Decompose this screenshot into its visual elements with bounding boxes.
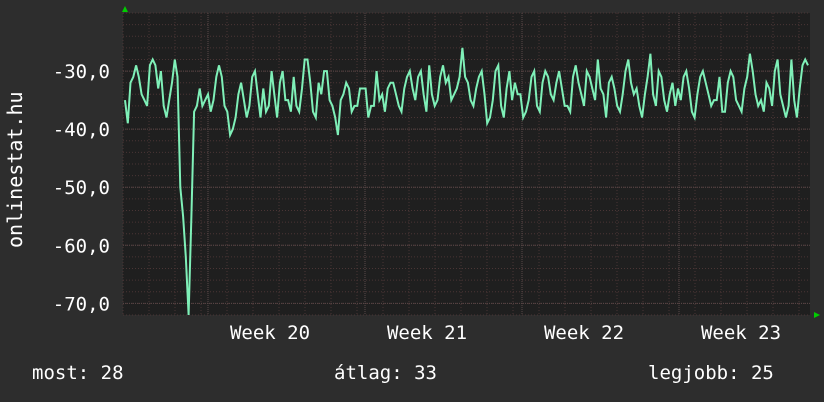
stat-best: legjobb: 25 bbox=[648, 362, 774, 384]
x-tick-label: Week 23 bbox=[701, 322, 781, 344]
stat-average: átlag: 33 bbox=[334, 362, 437, 384]
x-axis-arrow-icon bbox=[814, 312, 820, 318]
y-tick-label: -60,0 bbox=[53, 235, 110, 257]
y-tick-label: -30,0 bbox=[53, 61, 110, 83]
y-tick-label: -70,0 bbox=[53, 293, 110, 315]
plot-area bbox=[123, 13, 810, 315]
x-tick-label: Week 20 bbox=[230, 322, 310, 344]
y-axis-ticks: -30,0 -40,0 -50,0 -60,0 -70,0 bbox=[53, 61, 110, 315]
x-tick-label: Week 21 bbox=[387, 322, 467, 344]
y-axis-label: onlinestat.hu bbox=[3, 91, 27, 248]
x-axis-ticks: Week 20 Week 21 Week 22 Week 23 bbox=[230, 322, 781, 344]
y-axis-arrow-icon bbox=[122, 6, 128, 12]
x-tick-label: Week 22 bbox=[544, 322, 624, 344]
y-tick-label: -50,0 bbox=[53, 177, 110, 199]
y-tick-label: -40,0 bbox=[53, 119, 110, 141]
chart: -30,0 -40,0 -50,0 -60,0 -70,0 Week 20 Week 21… bbox=[3, 6, 820, 344]
stat-current: most: 28 bbox=[32, 362, 124, 384]
